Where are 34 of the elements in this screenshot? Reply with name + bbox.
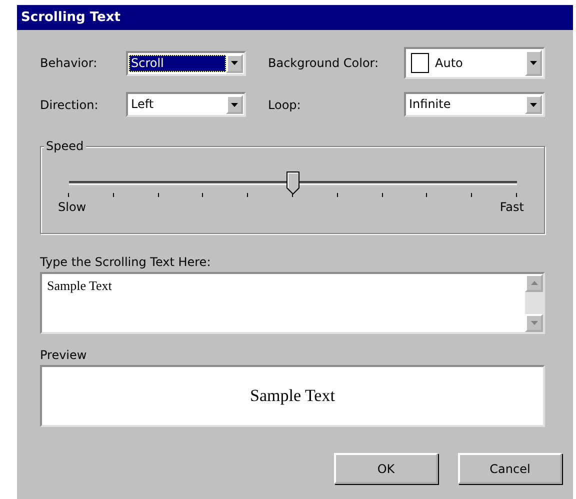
tick-mark (292, 193, 293, 197)
field-label: Behavior: (40, 56, 98, 70)
tick-mark (382, 193, 383, 197)
text-area[interactable]: Sample Text (40, 272, 545, 334)
tick-mark (516, 193, 517, 197)
color-swatch-icon (411, 53, 429, 73)
preview-text: Sample Text (250, 386, 335, 406)
field-label: Background Color: (268, 56, 380, 70)
dialog-button[interactable]: Cancel (458, 453, 562, 484)
slider-min-label: Slow (58, 200, 86, 214)
tick-mark (202, 193, 204, 197)
tick-mark (471, 193, 472, 197)
tick-mark (336, 193, 338, 197)
tick-mark (112, 193, 114, 197)
scrollbar[interactable] (525, 274, 543, 332)
group-title: Speed (44, 138, 86, 154)
field-label: Direction: (40, 98, 100, 112)
dropdown[interactable]: Scroll (126, 50, 246, 76)
field-label: Loop: (268, 98, 302, 112)
dialog-button[interactable]: OK (334, 453, 438, 484)
tick-mark (247, 193, 248, 197)
dropdown[interactable]: Auto (404, 47, 545, 79)
window-title: Scrolling Text (17, 5, 573, 30)
tick-mark (426, 193, 428, 197)
scroll-down-icon[interactable] (525, 314, 543, 332)
scroll-up-icon[interactable] (525, 274, 543, 292)
tick-mark (68, 193, 69, 197)
slider-max-label: Fast (500, 200, 524, 214)
dropdown[interactable]: Left (126, 92, 246, 117)
slider-thumb[interactable] (286, 171, 300, 195)
text-entry-label: Type the Scrolling Text Here: (40, 255, 212, 269)
dropdown[interactable]: Infinite (404, 92, 545, 117)
preview-label: Preview (40, 348, 88, 362)
tick-mark (158, 193, 159, 197)
